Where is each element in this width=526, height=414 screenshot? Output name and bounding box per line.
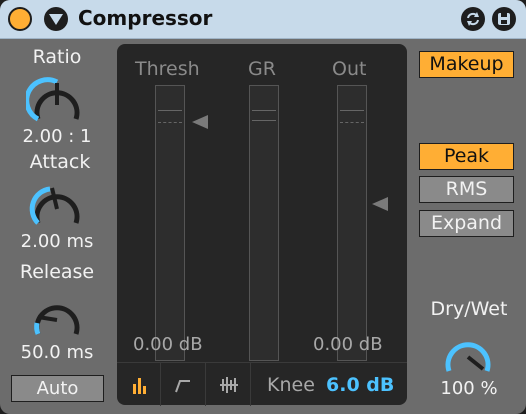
curve-icon (175, 380, 190, 393)
release-label: Release (19, 261, 95, 283)
bars-icon (133, 378, 146, 394)
save-preset-button[interactable] (492, 7, 516, 31)
device-title: Compressor (78, 6, 213, 30)
ratio-value: 2.00 : 1 (22, 126, 92, 147)
display-toolbar: Knee 6.0 dB (117, 362, 407, 406)
gr-meter (249, 85, 279, 361)
peak-button[interactable]: Peak (419, 143, 514, 170)
waveform-icon (220, 377, 238, 393)
thresh-header: Thresh (135, 58, 200, 80)
makeup-button[interactable]: Makeup (419, 51, 514, 78)
knee-value[interactable]: 6.0 dB (326, 374, 394, 396)
thresh-db-value[interactable]: 0.00 dB (133, 334, 203, 355)
ratio-label: Ratio (32, 46, 82, 68)
thresh-meter (155, 85, 185, 361)
drywet-knob[interactable] (437, 324, 499, 380)
hot-swap-button[interactable] (461, 7, 485, 31)
meter-display: Thresh GR Out 0.00 dB 0.00 dB Knee 6.0 d… (117, 44, 407, 406)
save-icon (498, 13, 510, 25)
collapse-button[interactable] (44, 7, 68, 31)
chevron-down-icon (49, 14, 63, 25)
compressor-device: Compressor Ratio 2.00 : 1 Attack 2.00 ms… (0, 0, 526, 414)
out-meter (337, 85, 367, 361)
device-on-toggle[interactable] (8, 7, 32, 31)
drywet-label: Dry/Wet (430, 298, 508, 320)
transfer-curve-view-button[interactable] (161, 363, 206, 406)
collapsed-view-button[interactable] (117, 363, 161, 406)
drywet-value: 100 % (440, 378, 498, 399)
thresh-slider-marker[interactable] (190, 112, 210, 132)
release-value: 50.0 ms (20, 342, 94, 363)
device-title-bar: Compressor (0, 0, 526, 39)
out-db-value[interactable]: 0.00 dB (313, 334, 383, 355)
rms-button[interactable]: RMS (419, 176, 514, 203)
release-knob[interactable] (26, 287, 88, 343)
release-auto-button[interactable]: Auto (11, 375, 104, 402)
ratio-knob[interactable] (26, 72, 88, 128)
expand-button[interactable]: Expand (419, 210, 514, 237)
out-slider-marker[interactable] (370, 194, 390, 214)
out-header: Out (332, 58, 367, 80)
gr-header: GR (248, 58, 276, 80)
attack-value: 2.00 ms (20, 231, 94, 252)
activity-view-button[interactable] (206, 363, 251, 406)
attack-label: Attack (29, 151, 91, 173)
attack-knob[interactable] (26, 176, 88, 232)
swap-icon (467, 12, 479, 26)
knee-label: Knee (267, 374, 315, 396)
